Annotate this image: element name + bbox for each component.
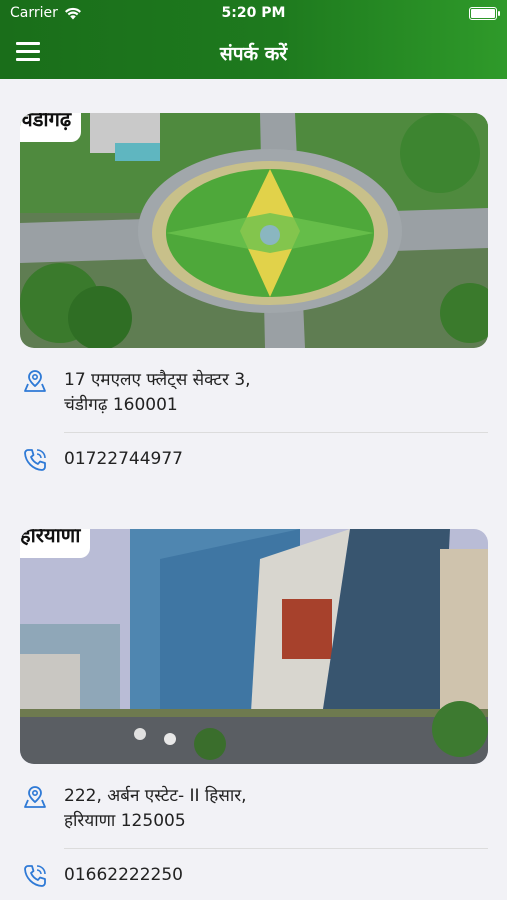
divider [64, 848, 488, 849]
address-line-2: हरियाणा 125005 [64, 811, 186, 831]
address-text: 222, अर्बन एस्टेट- II हिसार, हरियाणा 125… [64, 784, 247, 834]
office-name-tag: हरियाणा [20, 529, 91, 558]
address-text: 17 एमएलए फ्लैट्स सेक्टर 3, चंडीगढ़ 16000… [64, 368, 251, 418]
nav-bar: संपर्क करें [0, 28, 507, 79]
office-building-image [20, 529, 488, 764]
office-photo-chandigarh: चंडीगढ़ [20, 113, 488, 348]
phone-row[interactable]: 01662222250 [20, 863, 488, 889]
location-pin-icon [24, 786, 46, 808]
phone-row[interactable]: 01722744977 [20, 447, 488, 473]
address-line-1: 17 एमएलए फ्लैट्स सेक्टर 3, [64, 370, 251, 390]
phone-number[interactable]: 01662222250 [64, 863, 183, 888]
location-pin-icon [24, 370, 46, 392]
office-photo-haryana: हरियाणा [20, 529, 488, 764]
phone-number[interactable]: 01722744977 [64, 447, 183, 472]
address-line-2: चंडीगढ़ 160001 [64, 395, 178, 415]
address-line-1: 222, अर्बन एस्टेट- II हिसार, [64, 786, 247, 806]
address-row: 17 एमएलए फ्लैट्स सेक्टर 3, चंडीगढ़ 16000… [20, 368, 488, 418]
app-header: Carrier 5:20 PM संपर्क करें [0, 0, 507, 79]
status-time: 5:20 PM [221, 5, 286, 21]
battery-icon [469, 7, 500, 20]
phone-icon [24, 449, 46, 471]
page-title: संपर्क करें [219, 43, 288, 65]
roundabout-aerial-image [20, 113, 488, 348]
divider [64, 432, 488, 433]
office-name-tag: चंडीगढ़ [20, 113, 82, 142]
phone-icon [24, 865, 46, 887]
status-bar: Carrier 5:20 PM [0, 0, 507, 28]
address-row: 222, अर्बन एस्टेट- II हिसार, हरियाणा 125… [20, 784, 488, 834]
